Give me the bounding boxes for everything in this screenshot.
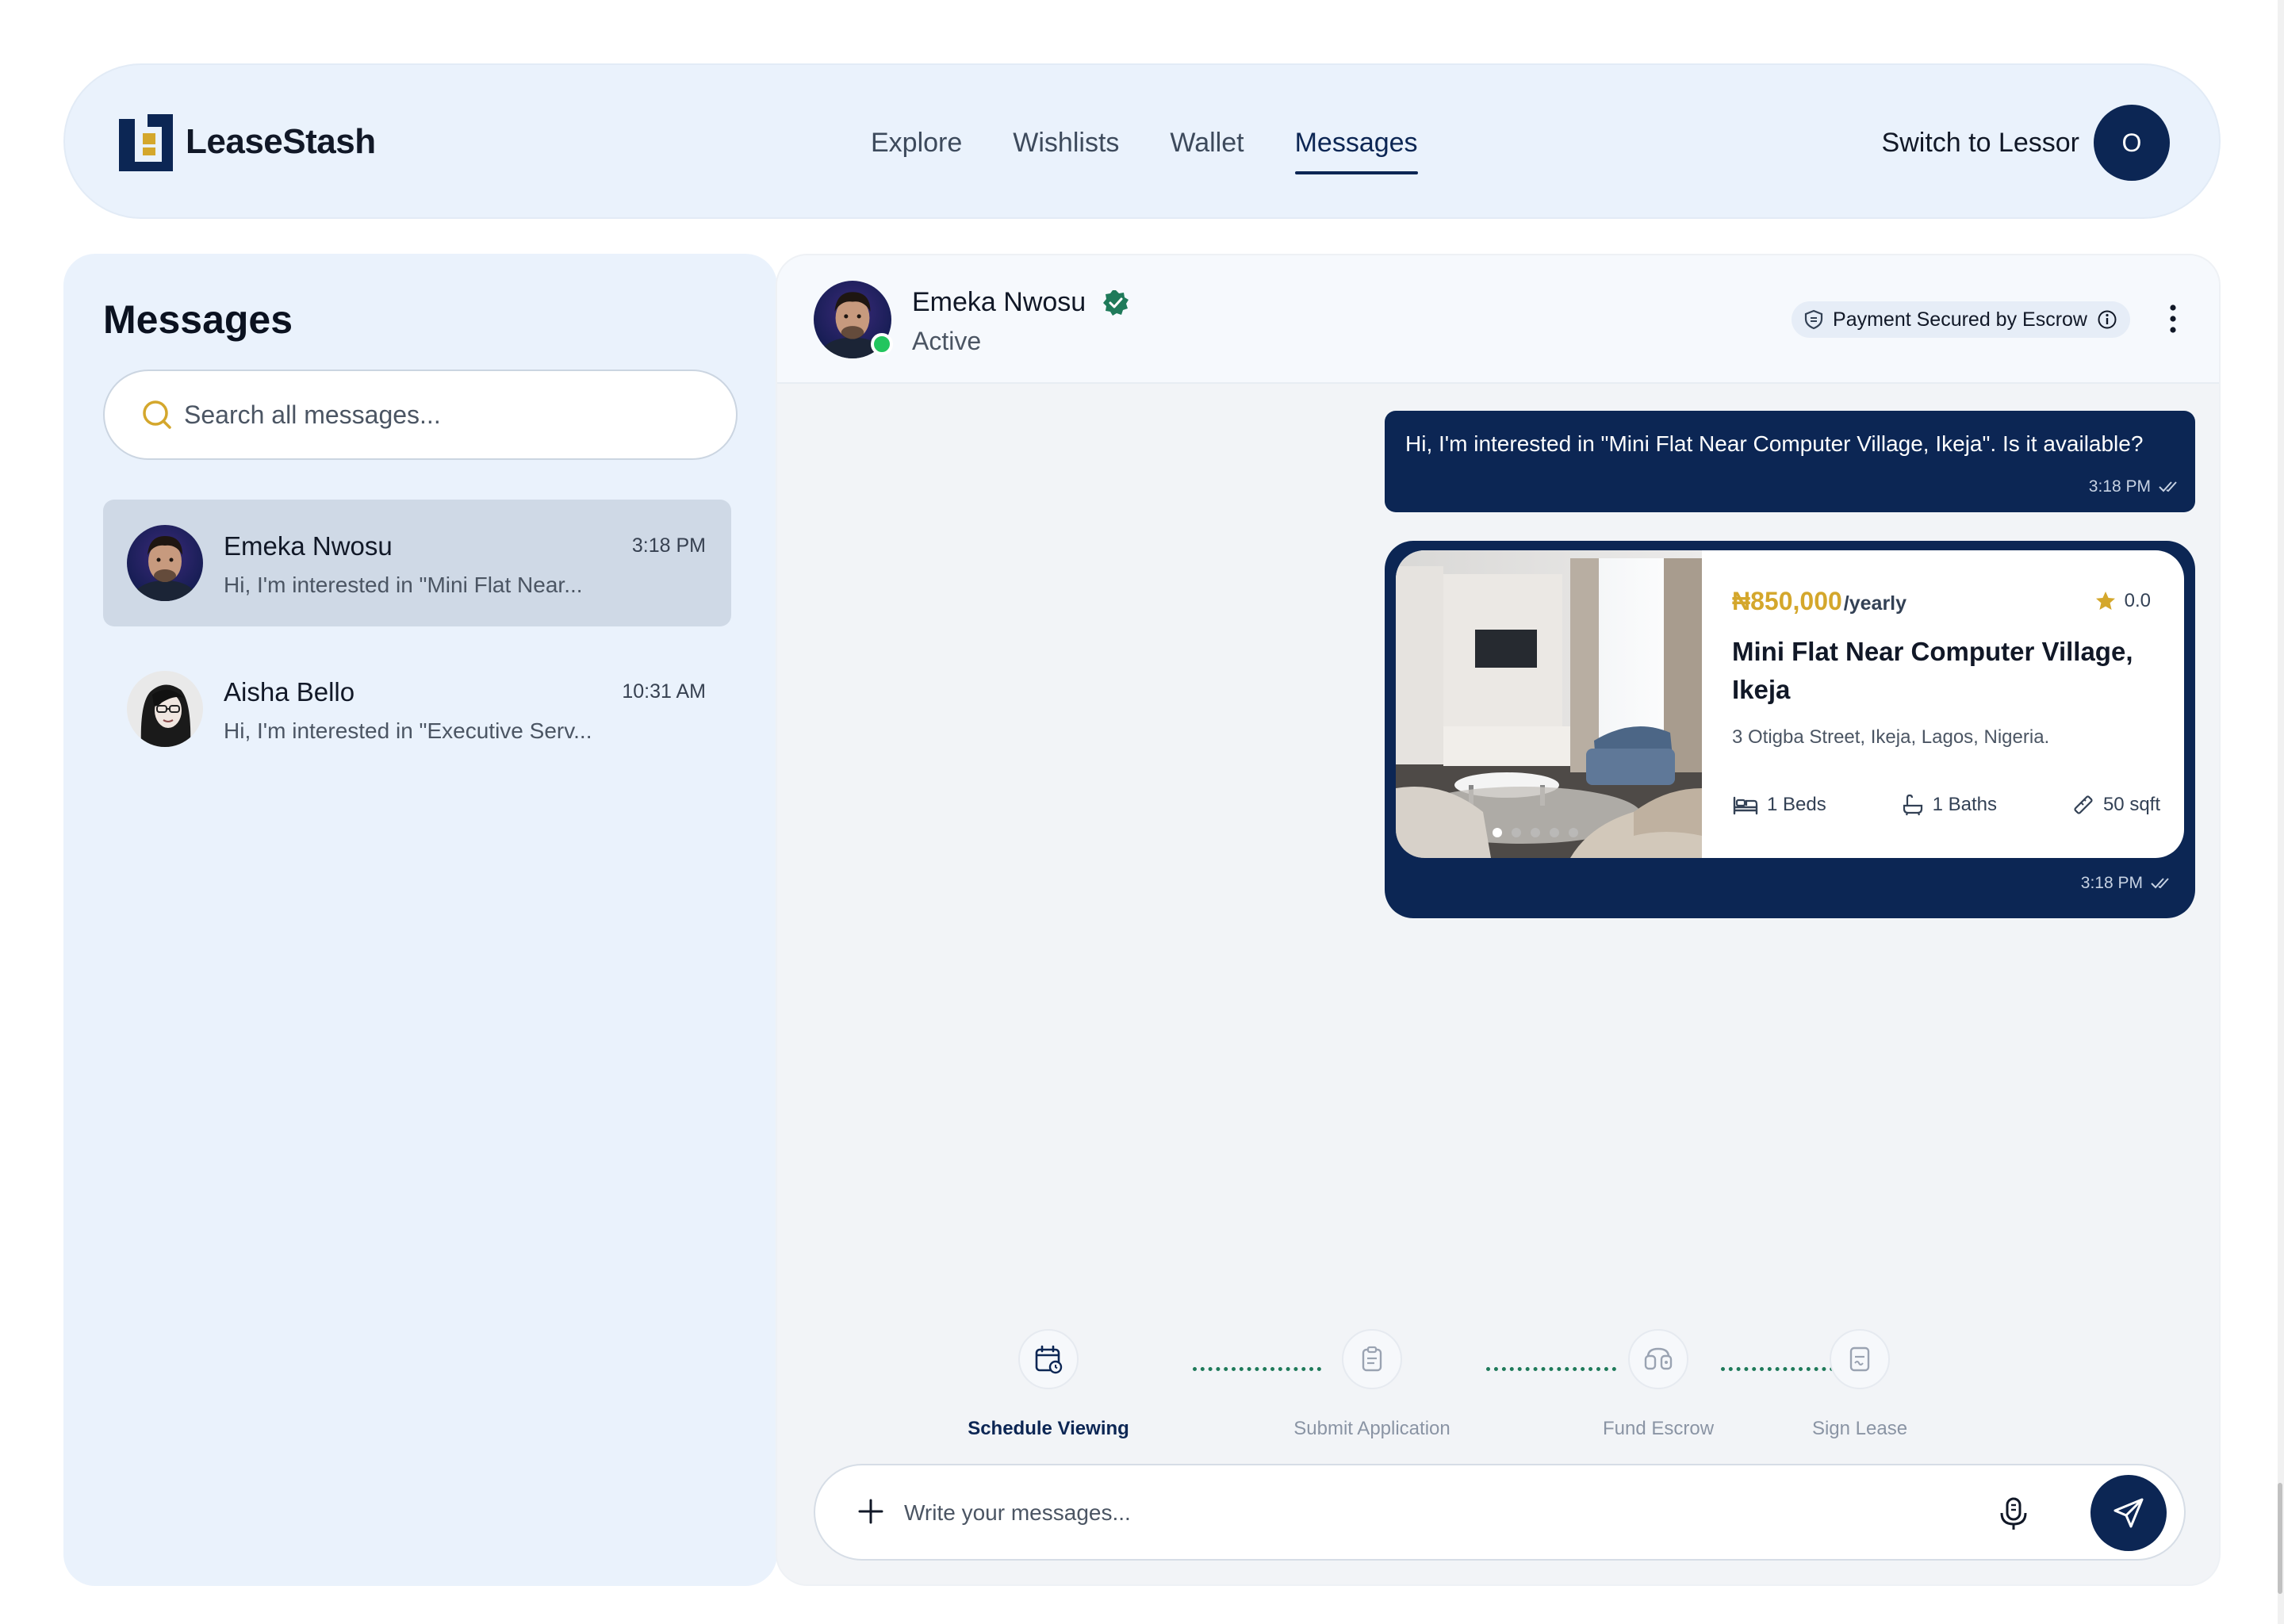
step-schedule-viewing[interactable]: Schedule Viewing — [961, 1329, 1136, 1440]
escrow-badge[interactable]: Payment Secured by Escrow — [1792, 301, 2130, 338]
step-sign-lease[interactable]: Sign Lease — [1800, 1329, 1919, 1440]
message-meta: 3:18 PM — [2089, 471, 2182, 503]
page-scrollbar[interactable] — [2278, 0, 2284, 1624]
clipboard-icon — [1362, 1346, 1382, 1372]
step-label: Schedule Viewing — [968, 1418, 1129, 1439]
online-status-indicator — [871, 333, 893, 355]
main-nav: Explore Wishlists Wallet Messages — [871, 65, 1469, 220]
message-time: 3:18 PM — [2080, 874, 2143, 892]
area-size: 50 sqft — [2102, 794, 2160, 815]
conversation-preview: Hi, I'm interested in "Mini Flat Near... — [224, 573, 583, 597]
leasestash-logo-icon — [119, 114, 173, 171]
feature-beds: 1 Beds — [1732, 793, 1826, 817]
conversation-time: 10:31 AM — [622, 680, 706, 703]
outgoing-property-message: ₦850,000 /yearly 0.0 Mini Flat Near Comp… — [1385, 541, 2195, 918]
price-value: ₦850,000 — [1732, 587, 1842, 615]
step-label: Submit Application — [1293, 1418, 1450, 1439]
rating-value: 0.0 — [2124, 590, 2151, 611]
bed-icon — [1733, 796, 1758, 815]
send-icon — [2113, 1498, 2144, 1528]
bathtub-icon — [1903, 794, 1922, 816]
conversation-item[interactable]: Emeka Nwosu 3:18 PM Hi, I'm interested i… — [103, 500, 731, 626]
scrollbar-handle[interactable] — [2278, 1483, 2282, 1594]
send-button[interactable] — [2090, 1475, 2167, 1551]
document-sign-icon — [1849, 1346, 1870, 1372]
verified-badge-icon — [1103, 289, 1129, 316]
chat-contact-status: Active — [912, 327, 982, 355]
brand-logo[interactable]: LeaseStash — [116, 111, 376, 173]
property-features: 1 Beds 1 Baths 50 sqft — [1732, 793, 2160, 817]
double-check-icon — [2151, 878, 2169, 889]
property-price: ₦850,000 /yearly — [1732, 587, 1907, 616]
switch-to-lessor-button[interactable]: Switch to Lessor — [1882, 65, 2079, 220]
chat-contact-name: Emeka Nwosu — [912, 287, 1086, 317]
beds-count: 1 Beds — [1767, 794, 1826, 815]
nav-explore[interactable]: Explore — [871, 128, 962, 159]
feature-baths: 1 Baths — [1901, 793, 1997, 817]
brand-name: LeaseStash — [186, 122, 376, 161]
step-circle — [1628, 1329, 1688, 1389]
message-meta: 3:18 PM — [2081, 874, 2175, 893]
message-composer — [814, 1464, 2186, 1561]
double-check-icon — [2159, 481, 2177, 492]
search-icon — [143, 400, 171, 429]
contact-avatar — [127, 671, 203, 747]
ruler-icon — [2074, 795, 2093, 814]
conversation-item[interactable]: Aisha Bello 10:31 AM Hi, I'm interested … — [103, 645, 731, 772]
property-image[interactable] — [1396, 550, 1702, 858]
star-icon — [2095, 592, 2115, 610]
conversation-preview: Hi, I'm interested in "Executive Serv... — [224, 718, 592, 743]
step-circle — [1342, 1329, 1402, 1389]
info-icon[interactable] — [2097, 309, 2117, 330]
top-navigation-bar: LeaseStash Explore Wishlists Wallet Mess… — [63, 63, 2221, 219]
search-box — [103, 370, 738, 460]
price-period: /yearly — [1843, 592, 1907, 615]
conversation-time: 3:18 PM — [631, 534, 706, 557]
conversation-name: Emeka Nwosu — [224, 531, 393, 561]
contact-avatar — [127, 525, 203, 601]
step-circle — [1830, 1329, 1890, 1389]
shield-icon — [1804, 309, 1823, 330]
step-circle — [1018, 1329, 1079, 1389]
sidebar-title: Messages — [103, 297, 293, 342]
nav-wallet[interactable]: Wallet — [1170, 128, 1244, 159]
add-attachment-icon[interactable] — [855, 1496, 887, 1527]
message-input[interactable] — [902, 1489, 1997, 1537]
message-time: 3:18 PM — [2088, 477, 2151, 496]
baths-count: 1 Baths — [1932, 794, 1998, 815]
property-address: 3 Otigba Street, Ikeja, Lagos, Nigeria. — [1732, 726, 2050, 748]
calendar-icon — [1035, 1345, 1063, 1374]
property-rating: 0.0 — [2094, 590, 2151, 612]
step-fund-escrow[interactable]: Fund Escrow — [1585, 1329, 1732, 1440]
escrow-label: Payment Secured by Escrow — [1833, 308, 2087, 331]
conversation-name: Aisha Bello — [224, 677, 355, 707]
property-card[interactable]: ₦850,000 /yearly 0.0 Mini Flat Near Comp… — [1396, 550, 2184, 858]
conversations-sidebar: Messages Emeka Nwosu — [63, 254, 777, 1586]
step-label: Sign Lease — [1811, 1418, 1908, 1439]
wallet-icon — [1644, 1347, 1673, 1370]
nav-wishlists[interactable]: Wishlists — [1013, 128, 1119, 159]
step-label: Fund Escrow — [1602, 1418, 1715, 1439]
step-submit-application[interactable]: Submit Application — [1269, 1329, 1475, 1440]
user-avatar[interactable]: O — [2094, 105, 2170, 181]
nav-messages[interactable]: Messages — [1294, 128, 1418, 174]
outgoing-message-bubble: Hi, I'm interested in "Mini Flat Near Co… — [1385, 411, 2195, 512]
more-options-icon[interactable] — [2167, 303, 2179, 335]
chat-contact-name-row: Emeka Nwosu — [912, 287, 1130, 318]
chat-panel: Emeka Nwosu Active Payment Secured by Es… — [776, 254, 2221, 1586]
feature-area: 50 sqft — [2071, 793, 2160, 817]
search-input[interactable] — [182, 399, 674, 431]
property-title[interactable]: Mini Flat Near Computer Village, Ikeja — [1732, 633, 2160, 709]
microphone-icon[interactable] — [1995, 1496, 2032, 1532]
message-text: Hi, I'm interested in "Mini Flat Near Co… — [1405, 431, 2144, 456]
chat-header: Emeka Nwosu Active Payment Secured by Es… — [777, 255, 2219, 384]
